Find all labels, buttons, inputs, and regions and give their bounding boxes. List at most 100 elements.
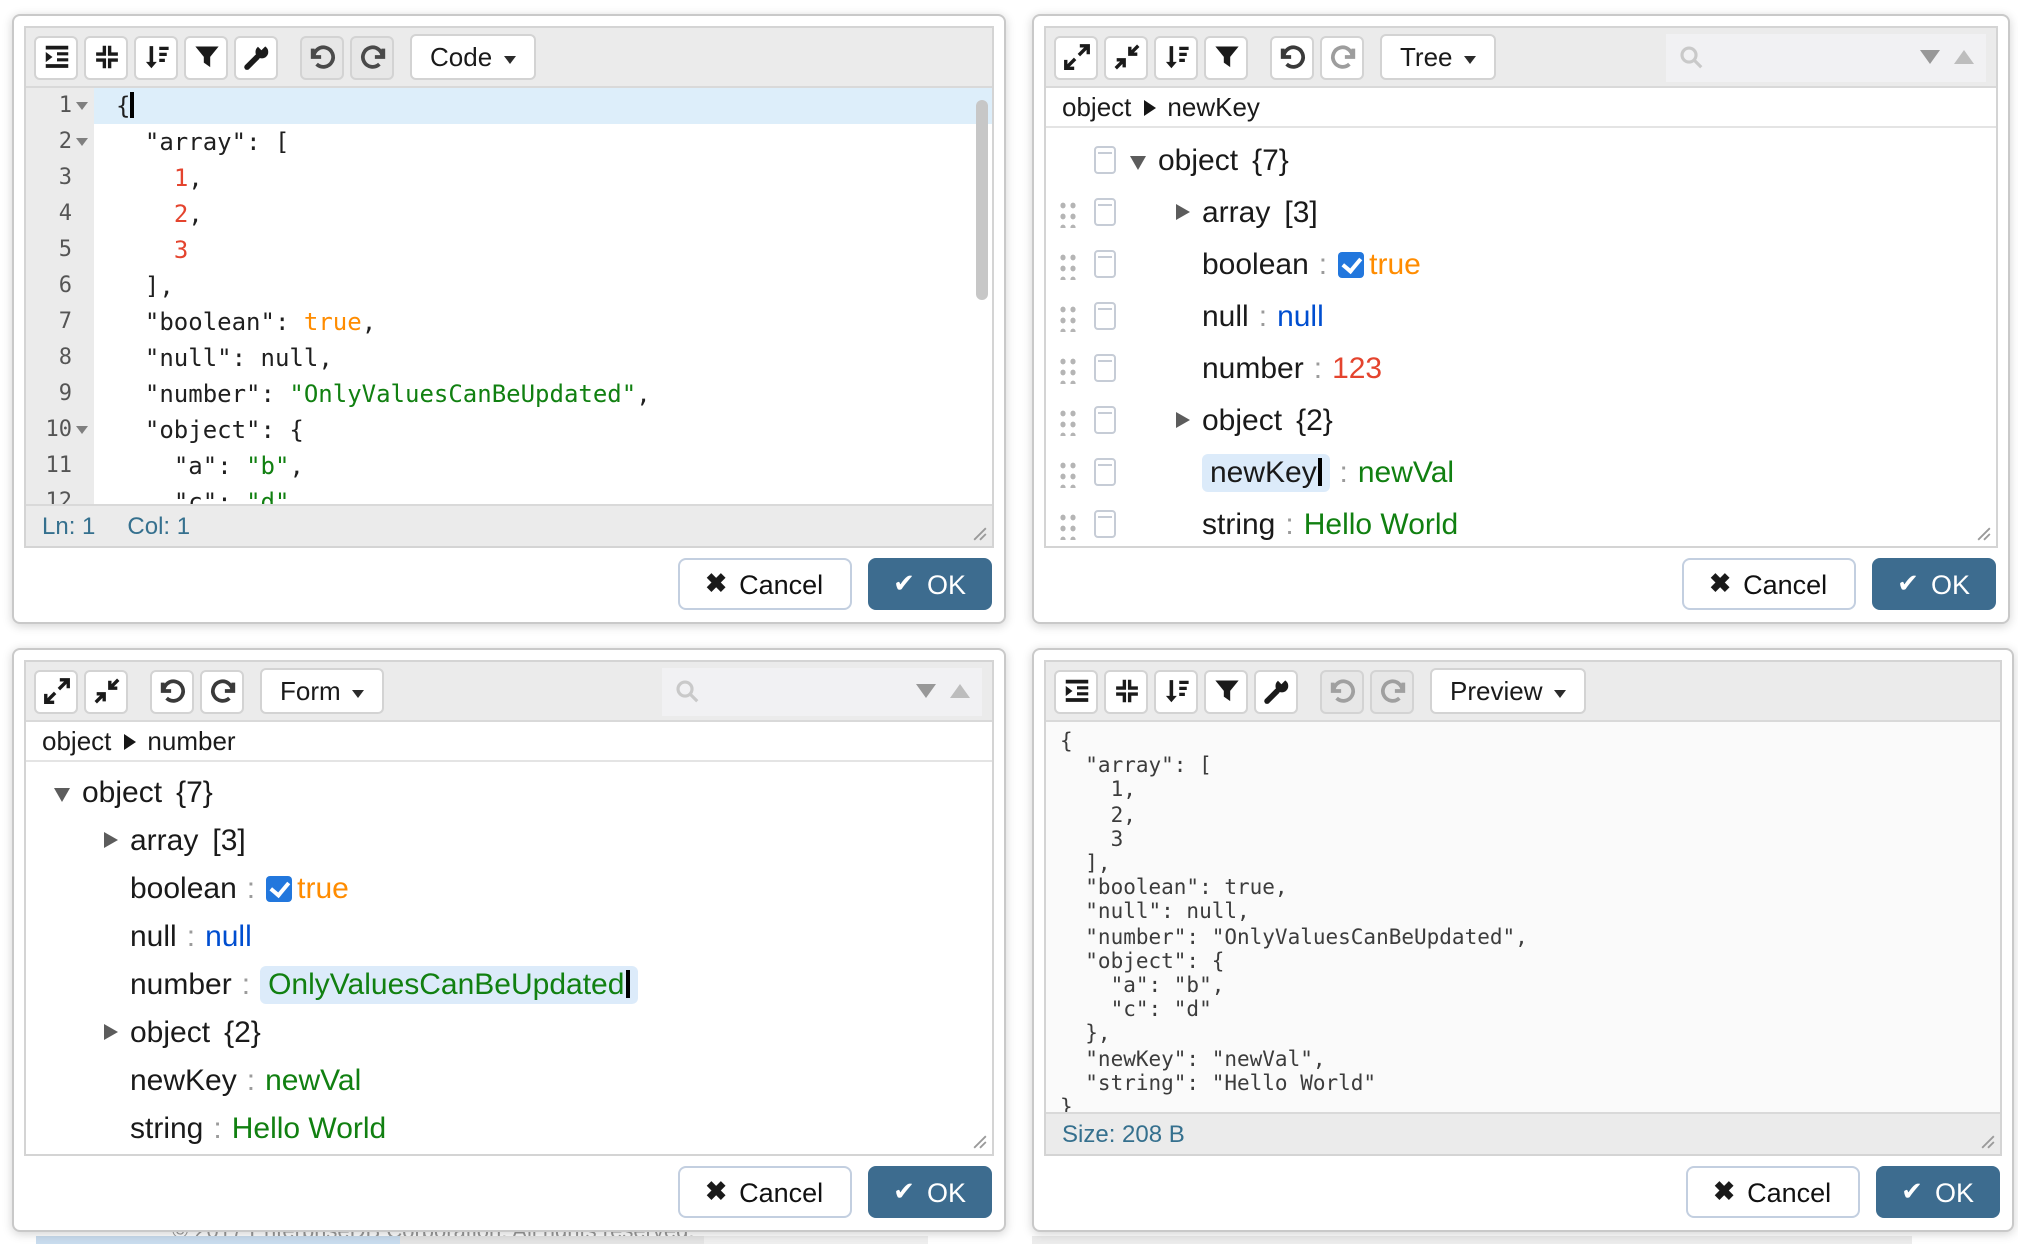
node-key[interactable]: object bbox=[1202, 403, 1282, 437]
repair-button[interactable] bbox=[1254, 669, 1298, 713]
filter-button[interactable] bbox=[184, 35, 228, 79]
format-button[interactable] bbox=[1054, 669, 1098, 713]
node-key[interactable]: object bbox=[1158, 143, 1238, 177]
node-value[interactable]: 123 bbox=[1332, 351, 1382, 385]
drag-handle-icon[interactable] bbox=[1056, 197, 1076, 227]
expander-icon[interactable] bbox=[50, 779, 74, 805]
expander-icon[interactable] bbox=[1170, 199, 1194, 225]
preview-mode-dropdown[interactable]: Preview bbox=[1430, 668, 1587, 714]
row-menu-icon[interactable] bbox=[1094, 250, 1116, 278]
expander-icon[interactable] bbox=[1170, 407, 1194, 433]
redo-button[interactable] bbox=[350, 35, 394, 79]
collapse-all-button[interactable] bbox=[84, 669, 128, 713]
breadcrumb-leaf[interactable]: newKey bbox=[1167, 92, 1260, 122]
node-value[interactable]: newVal bbox=[1358, 455, 1454, 489]
breadcrumb-leaf[interactable]: number bbox=[147, 726, 235, 756]
drag-handle-icon[interactable] bbox=[1056, 249, 1076, 279]
breadcrumb-root[interactable]: object bbox=[1062, 92, 1131, 122]
search-previous-button[interactable] bbox=[1954, 50, 1974, 64]
text-cursor bbox=[1319, 457, 1322, 485]
tree-mode-dropdown[interactable]: Tree bbox=[1380, 34, 1497, 80]
boolean-checkbox[interactable] bbox=[265, 875, 291, 901]
search-next-button[interactable] bbox=[1920, 50, 1940, 64]
boolean-checkbox[interactable] bbox=[1337, 251, 1363, 277]
cancel-button[interactable]: ✖Cancel bbox=[677, 1166, 851, 1218]
expand-all-button[interactable] bbox=[34, 669, 78, 713]
search-input[interactable] bbox=[710, 675, 908, 707]
code-line: 8 "null": null, bbox=[26, 340, 992, 376]
node-key[interactable]: string bbox=[1202, 507, 1275, 541]
ok-button[interactable]: ✔OK bbox=[1871, 558, 1996, 610]
format-button[interactable] bbox=[34, 35, 78, 79]
compact-button[interactable] bbox=[1104, 669, 1148, 713]
breadcrumb-root[interactable]: object bbox=[42, 726, 111, 756]
row-menu-icon[interactable] bbox=[1094, 354, 1116, 382]
drag-handle-icon[interactable] bbox=[1056, 301, 1076, 331]
node-value[interactable]: true bbox=[297, 871, 349, 905]
collapse-all-button[interactable] bbox=[1104, 35, 1148, 79]
expander-icon[interactable] bbox=[1126, 147, 1150, 173]
filter-button[interactable] bbox=[1204, 35, 1248, 79]
expand-all-button[interactable] bbox=[1054, 35, 1098, 79]
row-menu-icon[interactable] bbox=[1094, 302, 1116, 330]
fold-icon[interactable] bbox=[76, 426, 88, 434]
drag-handle-icon[interactable] bbox=[1056, 405, 1076, 435]
form-mode-dropdown[interactable]: Form bbox=[260, 668, 385, 714]
fold-icon[interactable] bbox=[76, 138, 88, 146]
expander-icon[interactable] bbox=[98, 827, 122, 853]
node-value[interactable]: newVal bbox=[265, 1063, 361, 1097]
undo-button[interactable] bbox=[1320, 669, 1364, 713]
node-key[interactable]: boolean bbox=[1202, 247, 1309, 281]
row-menu-icon[interactable] bbox=[1094, 406, 1116, 434]
node-value[interactable]: Hello World bbox=[232, 1111, 387, 1145]
code-scrollbar[interactable] bbox=[976, 100, 988, 300]
node-value[interactable]: OnlyValuesCanBeUpdated bbox=[260, 965, 637, 1003]
node-value[interactable]: null bbox=[1277, 299, 1324, 333]
redo-button[interactable] bbox=[1370, 669, 1414, 713]
resize-handle[interactable] bbox=[1978, 1132, 1998, 1152]
redo-button[interactable] bbox=[1320, 35, 1364, 79]
drag-handle-icon[interactable] bbox=[1056, 353, 1076, 383]
row-menu-icon[interactable] bbox=[1094, 458, 1116, 486]
search-input[interactable] bbox=[1714, 41, 1912, 73]
cancel-button[interactable]: ✖Cancel bbox=[677, 558, 851, 610]
undo-button[interactable] bbox=[150, 669, 194, 713]
ok-button[interactable]: ✔OK bbox=[867, 1166, 992, 1218]
undo-button[interactable] bbox=[1270, 35, 1314, 79]
search-previous-button[interactable] bbox=[950, 684, 970, 698]
node-value[interactable]: Hello World bbox=[1304, 507, 1459, 541]
node-key[interactable]: null bbox=[1202, 299, 1249, 333]
ok-button[interactable]: ✔OK bbox=[867, 558, 992, 610]
row-menu-icon[interactable] bbox=[1094, 510, 1116, 538]
search-box bbox=[662, 667, 982, 715]
redo-button[interactable] bbox=[200, 669, 244, 713]
row-menu-icon[interactable] bbox=[1094, 146, 1116, 174]
drag-handle-icon[interactable] bbox=[1056, 457, 1076, 487]
search-next-button[interactable] bbox=[916, 684, 936, 698]
resize-handle[interactable] bbox=[970, 1132, 990, 1152]
node-key[interactable]: newKey bbox=[1202, 453, 1330, 491]
sort-button[interactable] bbox=[1154, 35, 1198, 79]
cancel-button[interactable]: ✖Cancel bbox=[1685, 1166, 1859, 1218]
resize-handle[interactable] bbox=[1974, 524, 1994, 544]
expander-icon[interactable] bbox=[98, 1019, 122, 1045]
undo-button[interactable] bbox=[300, 35, 344, 79]
repair-button[interactable] bbox=[234, 35, 278, 79]
sort-button[interactable] bbox=[1154, 669, 1198, 713]
fold-icon[interactable] bbox=[76, 102, 88, 110]
drag-handle-icon[interactable] bbox=[1056, 509, 1076, 539]
ok-button[interactable]: ✔OK bbox=[1875, 1166, 2000, 1218]
code-text-area[interactable]: 1{2 "array": [3 1,4 2,5 36 ],7 "boolean"… bbox=[26, 88, 992, 504]
filter-button[interactable] bbox=[1204, 669, 1248, 713]
sort-button[interactable] bbox=[134, 35, 178, 79]
node-value[interactable]: null bbox=[205, 919, 252, 953]
node-key[interactable]: number bbox=[1202, 351, 1304, 385]
line-number: 12 bbox=[26, 484, 94, 504]
resize-handle[interactable] bbox=[970, 524, 990, 544]
row-menu-icon[interactable] bbox=[1094, 198, 1116, 226]
node-key[interactable]: array bbox=[1202, 195, 1270, 229]
compact-button[interactable] bbox=[84, 35, 128, 79]
code-mode-dropdown[interactable]: Code bbox=[410, 34, 536, 80]
cancel-button[interactable]: ✖Cancel bbox=[1681, 558, 1855, 610]
node-value[interactable]: true bbox=[1369, 247, 1421, 281]
